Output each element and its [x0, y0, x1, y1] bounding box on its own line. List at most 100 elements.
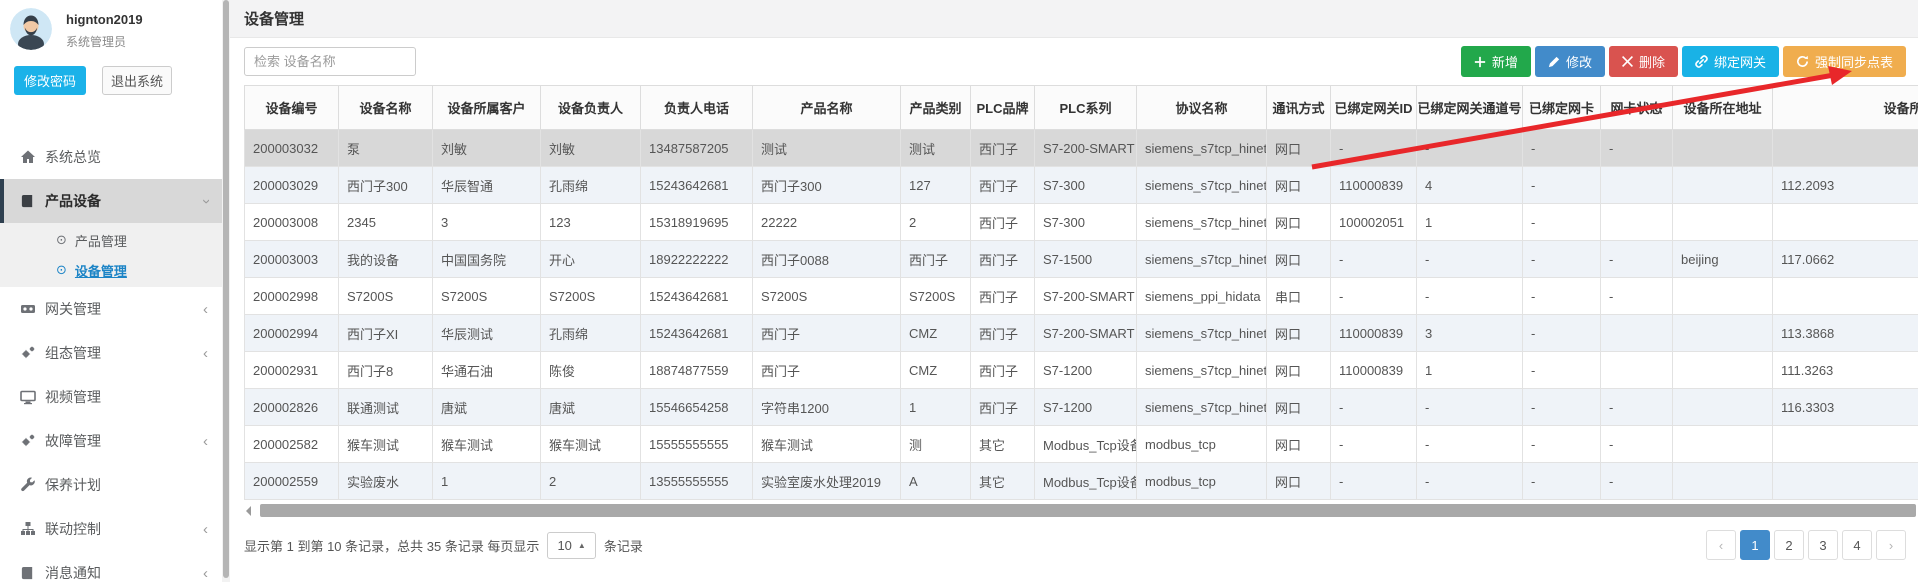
pagination-page-2[interactable]: 2 [1774, 530, 1804, 560]
column-header: 设备名称 [339, 86, 433, 130]
table-cell: - [1331, 463, 1417, 500]
column-header: 设备所在地址 [1673, 86, 1773, 130]
delete-button[interactable]: 删除 [1609, 46, 1678, 77]
table-cell [1601, 167, 1673, 204]
column-header: 负责人电话 [641, 86, 753, 130]
table-cell: 1 [1417, 204, 1523, 241]
sidebar-item-configuration-management[interactable]: 组态管理 ‹ [0, 331, 222, 375]
sidebar-item-label: 设备管理 [75, 261, 127, 280]
table-row[interactable]: 200002998S7200SS7200SS7200S15243642681S7… [245, 278, 1918, 315]
sidebar-item-linkage-control[interactable]: 联动控制 ‹ [0, 507, 222, 551]
table-row[interactable]: 200003032泵刘敏刘敏13487587205测试测试西门子S7-200-S… [245, 130, 1918, 167]
table-cell: 孔雨绵 [541, 315, 641, 352]
column-header: 已绑定网关ID [1331, 86, 1417, 130]
pagination-summary: 显示第 1 到第 10 条记录，总共 35 条记录 每页显示 10 ▲ 条记录 [244, 532, 643, 559]
table-footer: 显示第 1 到第 10 条记录，总共 35 条记录 每页显示 10 ▲ 条记录 … [230, 518, 1918, 560]
scroll-left-arrow-icon[interactable] [246, 506, 251, 516]
table-cell: 字符串1200 [753, 389, 901, 426]
table-row[interactable]: 200003029西门子300华辰智通孔雨绵15243642681西门子3001… [245, 167, 1918, 204]
table-cell: siemens_s7tcp_hinet [1137, 130, 1267, 167]
table-cell [1673, 167, 1773, 204]
table-cell: 猴车测试 [339, 426, 433, 463]
sidebar-item-label: 网关管理 [45, 299, 101, 319]
table-row[interactable]: 200002931西门子8华通石油陈俊18874877559西门子CMZ西门子S… [245, 352, 1918, 389]
column-header: PLC品牌 [971, 86, 1035, 130]
table-cell: 西门子300 [339, 167, 433, 204]
table-row[interactable]: 200002582猴车测试猴车测试猴车测试15555555555猴车测试测其它M… [245, 426, 1918, 463]
change-password-button[interactable]: 修改密码 [14, 66, 86, 95]
table-cell: - [1523, 204, 1601, 241]
table-cell: 110000839 [1331, 315, 1417, 352]
gears-icon [19, 433, 36, 450]
sidebar-item-product-device[interactable]: 产品设备 ‹ [0, 179, 222, 223]
scrollbar-thumb[interactable] [260, 504, 1916, 517]
dot-circle-icon: ⊙ [56, 232, 67, 248]
table-cell: - [1523, 315, 1601, 352]
table-cell: 刘敏 [433, 130, 541, 167]
table-row[interactable]: 2000030082345312315318919695222222西门子S7-… [245, 204, 1918, 241]
table-row[interactable]: 200002994西门子XI华辰测试孔雨绵15243642681西门子CMZ西门… [245, 315, 1918, 352]
table-cell: 中国国务院 [433, 241, 541, 278]
table-cell [1673, 389, 1773, 426]
table-cell: 200002998 [245, 278, 339, 315]
column-header: 产品名称 [753, 86, 901, 130]
edit-button[interactable]: 修改 [1535, 46, 1605, 77]
search-input[interactable] [244, 47, 416, 76]
table-cell: CMZ [901, 315, 971, 352]
table-cell [1673, 204, 1773, 241]
table-cell: 西门子0088 [753, 241, 901, 278]
add-button[interactable]: 新增 [1461, 46, 1531, 77]
sidebar-item-video-management[interactable]: 视频管理 [0, 375, 222, 419]
table-cell: 113.3868 [1773, 315, 1918, 352]
horizontal-scrollbar[interactable] [244, 503, 1918, 518]
sidebar-item-system-overview[interactable]: 系统总览 [0, 135, 222, 179]
pagination-next-button[interactable]: › [1876, 530, 1906, 560]
table-cell [1773, 463, 1918, 500]
table-cell: - [1331, 426, 1417, 463]
sidebar-item-fault-management[interactable]: 故障管理 ‹ [0, 419, 222, 463]
table-cell: siemens_s7tcp_hinet [1137, 241, 1267, 278]
table-cell: S7200S [541, 278, 641, 315]
sidebar-item-maintenance-plan[interactable]: 保养计划 [0, 463, 222, 507]
table-row[interactable]: 200002826联通测试唐斌唐斌15546654258字符串12001西门子S… [245, 389, 1918, 426]
bind-gateway-button[interactable]: 绑定网关 [1682, 46, 1779, 77]
sidebar-item-message-notification[interactable]: 消息通知 ‹ [0, 551, 222, 582]
username: hignton2019 [66, 12, 143, 27]
table-cell: 网口 [1267, 130, 1331, 167]
table-cell: 112.2093 [1773, 167, 1918, 204]
page-size-dropdown[interactable]: 10 ▲ [547, 532, 595, 559]
sidebar-item-label: 视频管理 [45, 387, 101, 407]
table-row[interactable]: 200003003我的设备中国国务院开心18922222222西门子0088西门… [245, 241, 1918, 278]
sidebar-item-product-management[interactable]: ⊙ 产品管理 [0, 225, 222, 255]
chevron-left-icon: ‹ [203, 345, 208, 362]
table-cell: 网口 [1267, 463, 1331, 500]
column-header: 设备编号 [245, 86, 339, 130]
table-row[interactable]: 200002559实验废水1213555555555实验室废水处理2019A其它… [245, 463, 1918, 500]
table-cell: 西门子 [971, 315, 1035, 352]
pagination-page-3[interactable]: 3 [1808, 530, 1838, 560]
force-sync-button[interactable]: 强制同步点表 [1783, 46, 1906, 77]
sidebar-scrollbar[interactable] [222, 0, 230, 582]
table-body: 200003032泵刘敏刘敏13487587205测试测试西门子S7-200-S… [245, 130, 1918, 500]
table-cell: - [1601, 426, 1673, 463]
table-cell: 3 [1417, 315, 1523, 352]
chevron-left-icon: ‹ [203, 433, 208, 450]
table-cell: 我的设备 [339, 241, 433, 278]
table-cell: 网口 [1267, 426, 1331, 463]
column-header: 已绑定网关通道号 [1417, 86, 1523, 130]
user-panel: hignton2019 系统管理员 [0, 0, 222, 50]
sidebar-item-gateway-management[interactable]: 网关管理 ‹ [0, 287, 222, 331]
pagination-page-4[interactable]: 4 [1842, 530, 1872, 560]
table-cell: 唐斌 [433, 389, 541, 426]
sidebar-item-label: 产品设备 [45, 191, 101, 211]
table-cell: - [1417, 389, 1523, 426]
table-cell: 200003032 [245, 130, 339, 167]
pagination-page-1[interactable]: 1 [1740, 530, 1770, 560]
pagination-prev-button[interactable]: ‹ [1706, 530, 1736, 560]
table-cell: 西门子 [971, 130, 1035, 167]
table-cell: 其它 [971, 426, 1035, 463]
table-cell: - [1523, 130, 1601, 167]
sidebar-item-device-management[interactable]: ⊙ 设备管理 [0, 255, 222, 285]
logout-button[interactable]: 退出系统 [102, 66, 172, 95]
table-cell: 西门子 [971, 167, 1035, 204]
